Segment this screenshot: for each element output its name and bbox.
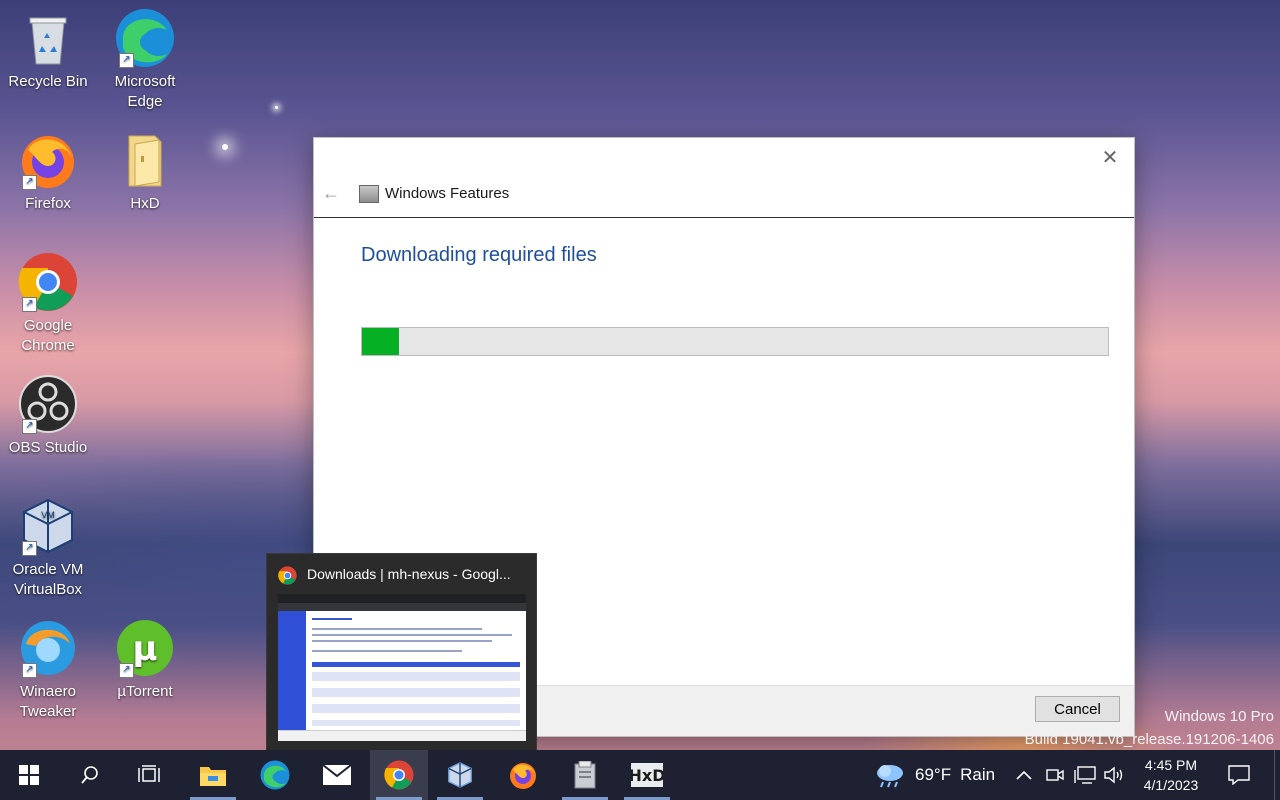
chrome-icon	[278, 566, 297, 585]
desktop-icon-label: HxD	[130, 195, 160, 212]
action-center-button[interactable]	[1228, 750, 1250, 800]
shortcut-arrow-icon: ↗	[119, 53, 134, 68]
virtualbox-icon	[448, 762, 472, 788]
taskbar-windows-features[interactable]	[556, 750, 614, 800]
weather-temperature: 69°F	[915, 765, 952, 784]
taskbar-chrome[interactable]	[370, 750, 428, 800]
start-button[interactable]	[0, 750, 58, 800]
show-hidden-icons-button[interactable]	[1015, 750, 1033, 800]
desktop-icon-label: Microsoft Edge	[114, 73, 176, 110]
shortcut-arrow-icon: ↗	[22, 663, 37, 678]
windows-features-icon	[574, 761, 596, 789]
clock-time: 4:45 PM	[1144, 757, 1198, 773]
chrome-icon: ↗	[18, 252, 78, 312]
thumbnail-title: Downloads | mh-nexus - Googl...	[307, 566, 511, 582]
weather-widget[interactable]: 69°F Rain	[874, 750, 995, 800]
edge-icon: ↗	[115, 8, 175, 68]
search-button[interactable]	[61, 750, 119, 800]
desktop-icon-oracle-vm-virtualbox[interactable]: VM ↗ Oracle VM VirtualBox	[0, 496, 96, 600]
weather-condition: Rain	[960, 765, 996, 784]
desktop-icon-label: Oracle VM VirtualBox	[12, 561, 84, 598]
taskbar-file-explorer[interactable]	[184, 750, 242, 800]
progress-fill	[362, 328, 400, 355]
windows-build-watermark: Build 19041.vb_release.191206-1406	[1024, 731, 1274, 748]
hxd-icon: HxD	[631, 763, 663, 787]
desktop-icon-winaero-tweaker[interactable]: ↗ Winaero Tweaker	[0, 618, 96, 722]
network-button[interactable]	[1074, 750, 1096, 800]
dialog-title: Windows Features	[385, 185, 510, 202]
search-icon	[81, 766, 98, 784]
sparkle	[222, 144, 228, 150]
desktop-icon-recycle-bin[interactable]: Recycle Bin	[0, 8, 96, 92]
desktop-icon-hxd[interactable]: HxD	[97, 130, 193, 214]
chrome-icon	[384, 760, 414, 790]
taskbar-firefox[interactable]	[494, 750, 552, 800]
back-arrow-icon[interactable]: ←	[322, 183, 340, 204]
svg-text:µ: µ	[132, 629, 157, 669]
divider	[314, 217, 1134, 218]
windows-edition-watermark: Windows 10 Pro	[1164, 708, 1274, 725]
thumbnail-preview-image	[278, 594, 526, 741]
edge-icon	[260, 760, 290, 790]
meet-now-button[interactable]	[1046, 750, 1064, 800]
task-view-icon	[138, 765, 160, 782]
shortcut-arrow-icon: ↗	[22, 541, 37, 556]
firefox-icon: ↗	[18, 130, 78, 190]
svg-text:VM: VM	[41, 510, 55, 520]
shortcut-arrow-icon: ↗	[22, 297, 37, 312]
file-explorer-icon	[200, 767, 226, 786]
shortcut-arrow-icon: ↗	[22, 419, 37, 434]
clock[interactable]: 4:45 PM 4/1/2023	[1128, 755, 1214, 795]
firefox-icon	[510, 763, 536, 789]
desktop-icon-firefox[interactable]: ↗ Firefox	[0, 130, 96, 214]
virtualbox-icon: VM ↗	[18, 496, 78, 556]
network-icon	[1074, 766, 1096, 784]
cancel-button[interactable]: Cancel	[1035, 696, 1120, 722]
chevron-up-icon	[1016, 770, 1032, 780]
taskbar-hxd[interactable]: HxD	[618, 750, 676, 800]
speaker-icon	[1104, 766, 1123, 784]
sparkle	[275, 106, 278, 109]
volume-button[interactable]	[1103, 750, 1125, 800]
clock-date: 4/1/2023	[1143, 777, 1199, 793]
chrome-taskbar-thumbnail[interactable]: Downloads | mh-nexus - Googl...	[266, 553, 537, 752]
shortcut-arrow-icon: ↗	[22, 175, 37, 190]
mail-icon	[322, 764, 352, 785]
close-icon[interactable]: ✕	[1100, 148, 1120, 168]
desktop-icon-google-chrome[interactable]: ↗ Google Chrome	[0, 252, 96, 356]
taskbar-edge[interactable]	[246, 750, 304, 800]
show-desktop-button[interactable]	[1274, 750, 1280, 800]
taskbar-virtualbox[interactable]	[431, 750, 489, 800]
windows-logo-icon	[19, 765, 39, 785]
desktop-icon-label: Google Chrome	[21, 317, 75, 354]
folder-icon	[115, 130, 175, 190]
obs-icon: ↗	[18, 374, 78, 434]
desktop-icon-label: OBS Studio	[8, 439, 88, 456]
desktop-icon-label: Recycle Bin	[8, 73, 88, 90]
recycle-bin-icon	[18, 8, 78, 68]
winaero-icon: ↗	[18, 618, 78, 678]
utorrent-icon: µ ↗	[115, 618, 175, 678]
rain-cloud-icon	[877, 765, 903, 788]
taskbar: HxD 69°F Rain 4:45 PM 4/1/2023	[0, 750, 1280, 800]
desktop-icon-utorrent[interactable]: µ ↗ µTorrent	[97, 618, 193, 702]
windows-features-app-icon	[359, 185, 379, 203]
desktop-icon-microsoft-edge[interactable]: ↗ Microsoft Edge	[97, 8, 193, 112]
camera-icon	[1046, 769, 1064, 781]
taskbar-mail[interactable]	[308, 750, 366, 800]
dialog-heading: Downloading required files	[361, 244, 597, 266]
shortcut-arrow-icon: ↗	[119, 663, 134, 678]
desktop-icon-label: µTorrent	[117, 683, 173, 700]
download-progress-bar	[361, 327, 1109, 356]
desktop-icon-label: Firefox	[25, 195, 71, 212]
notification-icon	[1228, 765, 1250, 785]
task-view-button[interactable]	[120, 750, 178, 800]
desktop-icon-obs-studio[interactable]: ↗ OBS Studio	[0, 374, 96, 458]
desktop-icon-label: Winaero Tweaker	[19, 683, 77, 720]
svg-text:HxD: HxD	[631, 766, 663, 785]
